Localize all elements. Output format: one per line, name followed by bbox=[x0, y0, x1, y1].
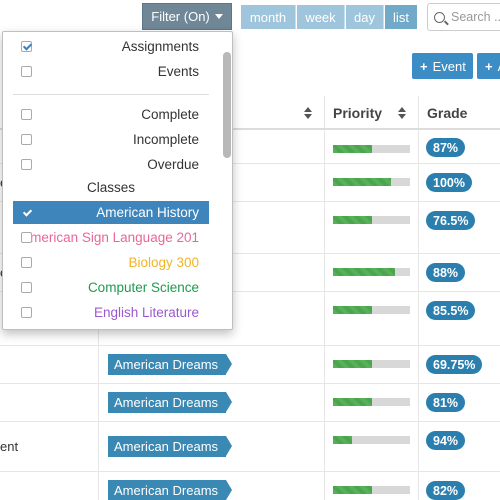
priority-bar-fill bbox=[333, 486, 372, 494]
filter-option-overdue[interactable]: Overdue bbox=[13, 153, 209, 176]
view-list-button[interactable]: list bbox=[385, 5, 417, 29]
grade-badge: 94% bbox=[426, 431, 466, 450]
add-second-button[interactable]: + A bbox=[477, 53, 500, 79]
scrollbar-thumb[interactable] bbox=[223, 52, 231, 158]
checkbox[interactable] bbox=[21, 307, 32, 318]
table-row[interactable]: American Dreams 81% bbox=[0, 384, 500, 422]
checkbox-checked[interactable] bbox=[21, 207, 32, 218]
priority-bar-fill bbox=[333, 216, 372, 224]
priority-bar bbox=[333, 436, 410, 444]
priority-bar-fill bbox=[333, 306, 372, 314]
checkbox[interactable] bbox=[21, 159, 32, 170]
class-tag: American Dreams bbox=[108, 436, 233, 457]
classes-heading: Classes bbox=[13, 180, 209, 198]
filter-option-events[interactable]: Events bbox=[13, 60, 209, 83]
filter-class-label: American Sign Language 201 bbox=[21, 230, 199, 245]
class-tag: American Dreams bbox=[108, 392, 233, 413]
grade-badge: 88% bbox=[426, 263, 466, 282]
add-event-label: Event bbox=[432, 58, 466, 74]
view-week-button[interactable]: week bbox=[297, 5, 345, 29]
checkbox[interactable] bbox=[21, 232, 32, 243]
filter-class-label: Computer Science bbox=[87, 280, 199, 295]
checkbox[interactable] bbox=[21, 109, 32, 120]
priority-bar bbox=[333, 178, 410, 186]
search-placeholder: Search ... bbox=[451, 10, 500, 24]
sort-icon[interactable] bbox=[398, 107, 406, 119]
checkbox[interactable] bbox=[21, 257, 32, 268]
checkbox[interactable] bbox=[21, 282, 32, 293]
toolbar: Filter (On) month week day list Search .… bbox=[0, 0, 500, 34]
priority-bar-fill bbox=[333, 398, 372, 406]
add-event-button[interactable]: + Event bbox=[412, 53, 473, 79]
filter-class-option[interactable]: Biology 300 bbox=[13, 251, 209, 274]
priority-bar bbox=[333, 145, 410, 153]
view-month-button[interactable]: month bbox=[241, 5, 296, 29]
priority-bar bbox=[333, 268, 410, 276]
filter-class-option[interactable]: Computer Science bbox=[13, 276, 209, 299]
filter-option-label: Assignments bbox=[121, 39, 199, 54]
filter-option-assignments[interactable]: Assignments bbox=[13, 35, 209, 58]
checkbox[interactable] bbox=[21, 66, 32, 77]
priority-bar-fill bbox=[333, 145, 372, 153]
search-icon bbox=[434, 11, 445, 23]
filter-button-label: Filter (On) bbox=[151, 9, 210, 24]
grade-badge: 87% bbox=[426, 138, 466, 157]
filter-class-option[interactable]: American Sign Language 201 bbox=[13, 226, 209, 249]
filter-option-label: Incomplete bbox=[132, 132, 199, 147]
filter-class-label: Biology 300 bbox=[128, 255, 199, 270]
priority-bar bbox=[333, 360, 410, 368]
row-title[interactable]: ent bbox=[0, 439, 18, 454]
priority-bar-fill bbox=[333, 436, 353, 444]
table-row[interactable]: American Dreams 82% bbox=[0, 472, 500, 500]
grade-badge: 85.5% bbox=[426, 301, 476, 320]
plus-icon: + bbox=[420, 58, 428, 74]
grade-badge: 81% bbox=[426, 393, 466, 412]
table-row[interactable]: American Dreams 69.75% bbox=[0, 346, 500, 384]
grade-badge: 100% bbox=[426, 173, 472, 192]
grade-column-header[interactable]: Grade bbox=[418, 96, 500, 130]
grade-badge: 82% bbox=[426, 481, 466, 500]
sort-icon[interactable] bbox=[304, 107, 312, 119]
caret-down-icon bbox=[214, 14, 223, 19]
class-tag: American Dreams bbox=[108, 480, 233, 500]
filter-option-incomplete[interactable]: Incomplete bbox=[13, 128, 209, 151]
grade-badge: 69.75% bbox=[426, 355, 483, 374]
priority-bar-fill bbox=[333, 360, 372, 368]
view-day-button[interactable]: day bbox=[346, 5, 384, 29]
table-row[interactable]: ent American Dreams 94% bbox=[0, 422, 500, 472]
filter-button[interactable]: Filter (On) bbox=[142, 3, 232, 30]
class-tag: American Dreams bbox=[108, 354, 233, 375]
filter-class-label: American History bbox=[96, 205, 199, 220]
priority-bar-fill bbox=[333, 178, 391, 186]
priority-bar bbox=[333, 486, 410, 494]
priority-bar bbox=[333, 306, 410, 314]
grade-header-label: Grade bbox=[427, 105, 468, 121]
grade-badge: 76.5% bbox=[426, 211, 476, 230]
filter-option-label: Complete bbox=[141, 107, 199, 122]
filter-class-option[interactable]: American History bbox=[13, 201, 209, 224]
priority-bar bbox=[333, 398, 410, 406]
filter-option-label: Overdue bbox=[147, 157, 199, 172]
filter-class-label: English Literature bbox=[93, 305, 199, 320]
priority-bar-fill bbox=[333, 268, 395, 276]
plus-icon: + bbox=[485, 58, 493, 74]
filter-class-option[interactable]: English Literature bbox=[13, 301, 209, 324]
checkbox[interactable] bbox=[21, 134, 32, 145]
search-input[interactable]: Search ... bbox=[427, 3, 500, 31]
classes-heading-label: Classes bbox=[78, 180, 143, 195]
priority-header-label: Priority bbox=[333, 105, 383, 121]
scrollbar[interactable] bbox=[220, 32, 232, 329]
filter-dropdown: Assignments Events Complete Incomplete O… bbox=[2, 31, 233, 330]
filter-option-complete[interactable]: Complete bbox=[13, 103, 209, 126]
priority-bar bbox=[333, 216, 410, 224]
filter-option-label: Events bbox=[157, 64, 199, 79]
checkbox-checked[interactable] bbox=[21, 41, 32, 52]
divider bbox=[13, 94, 209, 95]
